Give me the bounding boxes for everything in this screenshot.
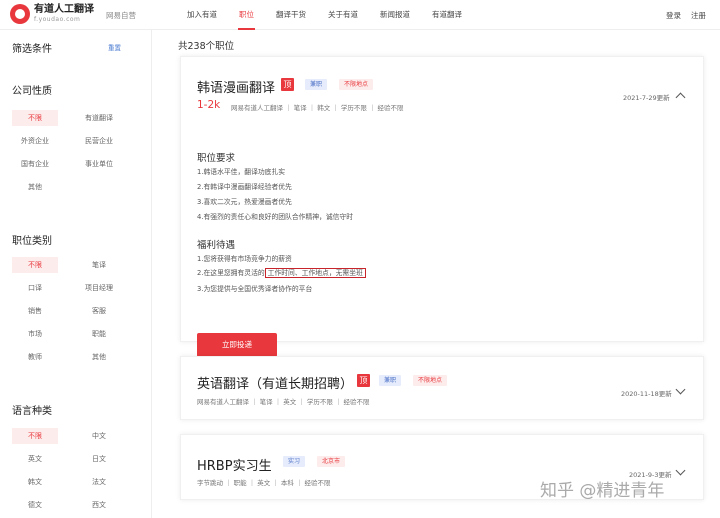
filter-option[interactable]: 西文 <box>76 497 122 513</box>
job-count: 共238个职位 <box>178 41 235 52</box>
job-title[interactable]: 英语翻译（有道长期招聘） <box>197 373 353 392</box>
nav-news[interactable]: 新闻报道 <box>369 0 421 30</box>
nav-jobs[interactable]: 职位 <box>228 0 265 30</box>
zhihu-watermark: 知乎 @精进青年 <box>540 481 665 501</box>
job-type-tag: 兼职 <box>379 375 402 386</box>
nav-translation-tips[interactable]: 翻译干货 <box>265 0 317 30</box>
filter-title: 筛选条件 <box>12 44 52 55</box>
filter-option[interactable]: 职能 <box>76 326 122 342</box>
job-type-tag: 实习 <box>283 456 306 467</box>
logo-mark-icon <box>10 4 30 24</box>
job-title[interactable]: 韩语漫画翻译 <box>197 77 275 96</box>
filter-option[interactable]: 客服 <box>76 303 122 319</box>
logo-title: 有道人工翻译 <box>34 4 94 15</box>
filter-option[interactable]: 韩文 <box>12 474 58 490</box>
auth-links: 登录 注册 <box>666 10 706 21</box>
top-badge: 顶 <box>357 374 370 387</box>
nav-about[interactable]: 关于有道 <box>317 0 369 30</box>
filter-option[interactable]: 德文 <box>12 497 58 513</box>
top-bar: 有道人工翻译 f.youdao.com 网易自营 加入有道 职位 翻译干货 关于… <box>0 0 720 30</box>
logo[interactable]: 有道人工翻译 f.youdao.com <box>10 4 94 24</box>
filter-option[interactable]: 法文 <box>76 474 122 490</box>
filter-option[interactable]: 销售 <box>12 303 58 319</box>
nav-join[interactable]: 加入有道 <box>176 0 228 30</box>
filter-option[interactable]: 口译 <box>12 280 58 296</box>
requirement-line: 2.有韩译中漫画翻译经验者优先 <box>197 183 292 191</box>
filter-option[interactable]: 教师 <box>12 349 58 365</box>
location-tag: 不限地点 <box>413 375 448 386</box>
filter-option[interactable]: 英文 <box>12 451 58 467</box>
requirement-line: 3.喜欢二次元，热爱漫画者优先 <box>197 198 292 206</box>
main-nav: 加入有道 职位 翻译干货 关于有道 新闻报道 有道翻译 <box>176 0 473 30</box>
benefits-title: 福利待遇 <box>197 240 236 251</box>
job-type-tag: 兼职 <box>305 79 328 90</box>
login-link[interactable]: 登录 <box>666 10 681 21</box>
reset-button[interactable]: 重置 <box>108 42 121 52</box>
filter-option[interactable]: 中文 <box>76 428 122 444</box>
expand-chevron-icon[interactable] <box>675 465 686 476</box>
highlight-box: 工作时间、工作地点，无需坐班 <box>264 268 366 278</box>
job-title[interactable]: HRBP实习生 <box>197 455 272 474</box>
filter-group-title: 公司性质 <box>12 86 52 97</box>
requirements-title: 职位要求 <box>197 153 236 164</box>
filter-option[interactable]: 笔译 <box>76 257 122 273</box>
job-meta: 网易有道人工翻译 ｜ 笔译 ｜ 英文 ｜ 学历不限 ｜ 经验不限 <box>197 398 370 406</box>
filter-option[interactable]: 外资企业 <box>12 133 58 149</box>
filter-option[interactable]: 不限 <box>12 110 58 126</box>
filter-option[interactable]: 不限 <box>12 257 58 273</box>
register-link[interactable]: 注册 <box>691 10 706 21</box>
collapse-chevron-icon[interactable] <box>675 92 686 103</box>
filter-option[interactable]: 民营企业 <box>76 133 122 149</box>
benefit-line: 1.您将获得有市场竞争力的薪资 <box>197 255 292 263</box>
expand-chevron-icon[interactable] <box>675 384 686 395</box>
benefit-line-text: 2.在这里您拥有灵活的 <box>197 269 265 277</box>
location-tag: 不限地点 <box>339 79 374 90</box>
filter-option[interactable]: 国有企业 <box>12 156 58 172</box>
job-card[interactable]: 韩语漫画翻译 顶 兼职 不限地点 1-2k 网易有道人工翻译 ｜ 笔译 ｜ 韩文… <box>180 56 704 357</box>
update-date: 2020-11-18更新 <box>621 390 672 398</box>
update-date: 2021-7-29更新 <box>623 94 670 102</box>
location-tag: 北京市 <box>317 456 346 467</box>
filter-option[interactable]: 日文 <box>76 451 122 467</box>
salary: 1-2k <box>197 99 221 111</box>
apply-button[interactable]: 立即投递 <box>197 333 277 357</box>
benefit-line: 2.在这里您拥有灵活的 工作时间、工作地点，无需坐班 <box>197 267 366 278</box>
top-badge: 顶 <box>281 78 294 91</box>
job-meta: 字节跳动 ｜ 职能 ｜ 英文 ｜ 本科 ｜ 经验不限 <box>197 479 331 487</box>
filter-option[interactable]: 项目经理 <box>76 280 122 296</box>
filter-sidebar: 筛选条件 重置 公司性质 不限 有道翻译 外资企业 民营企业 国有企业 事业单位… <box>0 30 152 518</box>
requirement-line: 1.韩语水平佳，翻译功底扎实 <box>197 168 286 176</box>
requirement-line: 4.有强烈的责任心和良好的团队合作精神，诚信守时 <box>197 213 354 221</box>
benefit-line: 3.为您提供与全国优秀译者协作的平台 <box>197 285 313 293</box>
filter-option[interactable]: 其他 <box>76 349 122 365</box>
logo-subtitle: f.youdao.com <box>34 16 81 23</box>
filter-group-title: 语言种类 <box>12 406 52 417</box>
filter-option[interactable]: 事业单位 <box>76 156 122 172</box>
filter-option[interactable]: 有道翻译 <box>76 110 122 126</box>
nav-youdao-translate[interactable]: 有道翻译 <box>421 0 473 30</box>
filter-option[interactable]: 市场 <box>12 326 58 342</box>
brand-tag: 网易自营 <box>106 11 136 20</box>
filter-option[interactable]: 其他 <box>12 179 58 195</box>
filter-option[interactable]: 不限 <box>12 428 58 444</box>
job-card[interactable]: 英语翻译（有道长期招聘） 顶 兼职 不限地点 网易有道人工翻译 ｜ 笔译 ｜ 英… <box>180 356 704 420</box>
filter-group-title: 职位类别 <box>12 236 52 247</box>
job-meta: 网易有道人工翻译 ｜ 笔译 ｜ 韩文 ｜ 学历不限 ｜ 经验不限 <box>231 104 404 112</box>
